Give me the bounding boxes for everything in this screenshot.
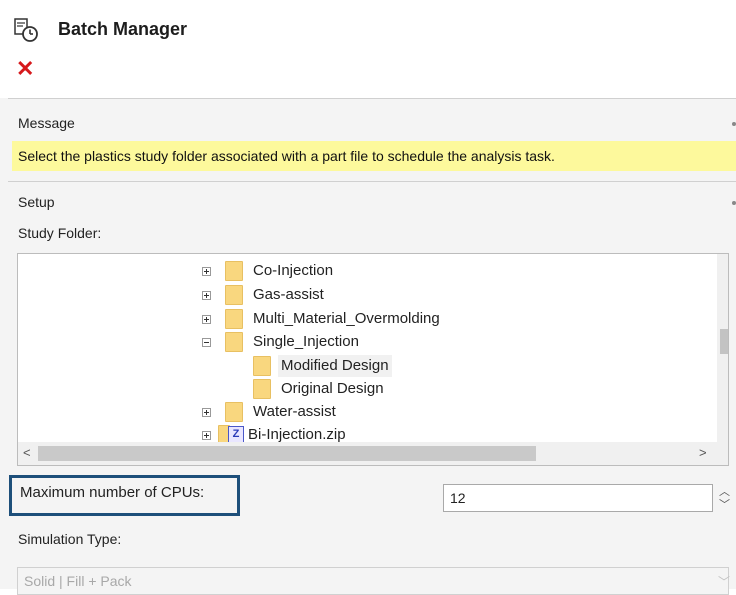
tree-item-label: Water-assist (253, 403, 336, 420)
expand-icon[interactable] (202, 267, 211, 276)
study-folder-label: Study Folder: (18, 225, 102, 241)
vertical-scrollbar[interactable]: ⌃ ⌄ (717, 254, 728, 442)
horizontal-scrollbar[interactable]: < > (18, 442, 717, 465)
batch-manager-icon (14, 18, 38, 42)
tree-item-multi-material-overmolding[interactable]: Multi_Material_Overmolding (18, 308, 717, 330)
divider (8, 98, 736, 99)
tree-item-gas-assist[interactable]: Gas-assist (18, 284, 717, 306)
collapse-icon[interactable] (202, 338, 211, 347)
tree-item-original-design[interactable]: Original Design (18, 378, 717, 400)
folder-icon (225, 309, 243, 329)
folder-icon (225, 402, 243, 422)
tree-item-modified-design[interactable]: Modified Design (18, 355, 717, 377)
message-section-header[interactable]: Message (18, 115, 75, 131)
spin-down-icon[interactable]: ﹀ (719, 500, 730, 511)
simulation-type-label: Simulation Type: (18, 531, 122, 547)
tree-item-label: Gas-assist (253, 286, 324, 303)
cpu-count-input[interactable]: 12 (443, 484, 713, 512)
tree-item-water-assist[interactable]: Water-assist (18, 401, 717, 423)
folder-icon (225, 285, 243, 305)
scroll-down-icon[interactable]: ⌄ (726, 420, 728, 434)
folder-icon (225, 332, 243, 352)
tree-item-label: Original Design (281, 380, 384, 397)
tree-item-label: Co-Injection (253, 262, 334, 279)
expand-icon[interactable] (202, 315, 211, 324)
folder-icon (253, 379, 271, 399)
tree-item-single-injection[interactable]: Single_Injection (18, 331, 717, 353)
message-text: Select the plastics study folder associa… (12, 141, 736, 171)
spin-up-icon[interactable]: ︿ (719, 487, 730, 498)
scroll-up-icon[interactable]: ⌃ (726, 262, 728, 276)
setup-collapse-toggle[interactable] (732, 201, 736, 205)
message-collapse-toggle[interactable] (732, 122, 736, 126)
folder-icon (225, 261, 243, 281)
chevron-down-icon[interactable]: ﹀ (718, 573, 730, 590)
expand-icon[interactable] (202, 431, 211, 440)
page-title: Batch Manager (58, 19, 188, 39)
expand-icon[interactable] (202, 291, 211, 300)
scrollbar-corner (717, 442, 728, 465)
expand-icon[interactable] (202, 408, 211, 417)
horizontal-scroll-thumb[interactable] (38, 446, 536, 461)
tree-item-label: Modified Design (278, 355, 392, 377)
scroll-right-icon[interactable]: > (699, 446, 707, 460)
tree-item-co-injection[interactable]: Co-Injection (18, 260, 717, 282)
scroll-left-icon[interactable]: < (23, 446, 31, 460)
tree-item-label: Single_Injection (253, 333, 359, 350)
vertical-scroll-thumb[interactable] (720, 329, 728, 354)
close-icon[interactable]: ✕ (16, 58, 34, 80)
divider (8, 181, 736, 182)
study-folder-tree[interactable]: Co-Injection Gas-assist Multi_Material_O… (17, 253, 729, 466)
cpu-label: Maximum number of CPUs: (20, 484, 205, 501)
setup-section-header[interactable]: Setup (18, 194, 55, 210)
simulation-type-select[interactable]: Solid | Fill + Pack (17, 567, 729, 595)
tree-item-label: Multi_Material_Overmolding (253, 310, 440, 327)
folder-icon (253, 356, 271, 376)
